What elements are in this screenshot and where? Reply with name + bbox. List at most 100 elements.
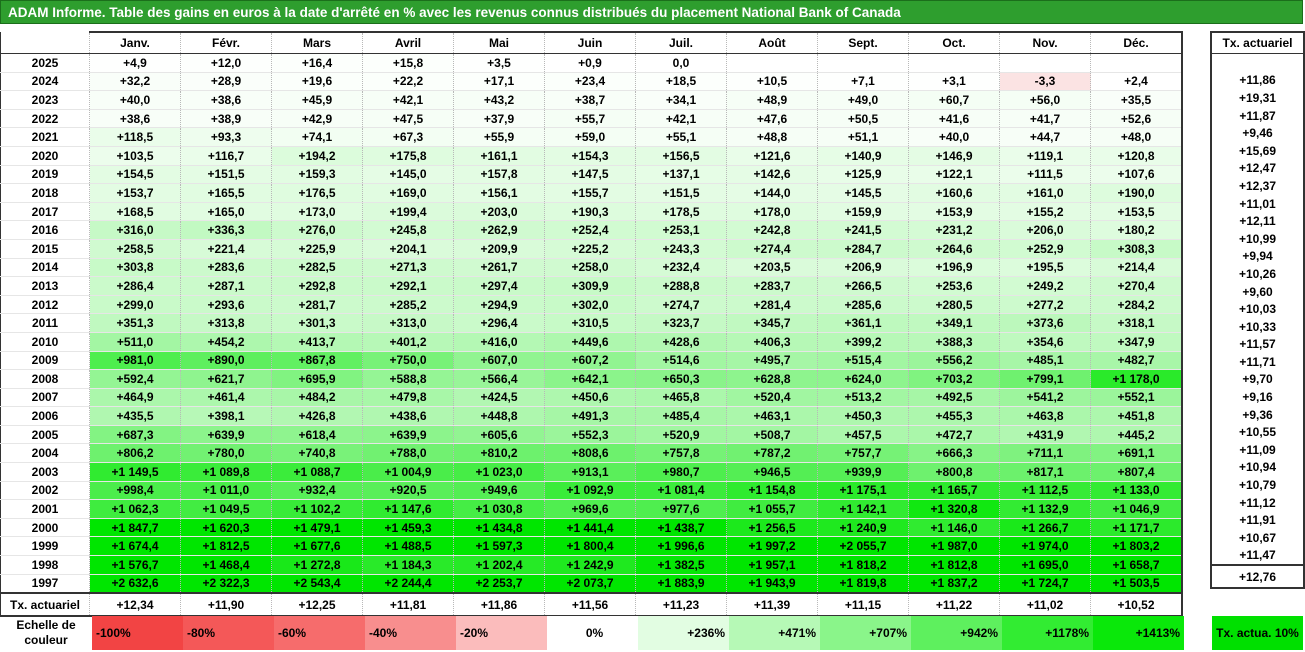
row-rate: +12,47 [1210,159,1305,178]
gain-cell: +1 055,7 [726,499,818,519]
row-rate: +11,01 [1210,194,1305,213]
table-row: 1998 +1 576,7 +1 468,4 +1 272,8 +1 184,3 +1 2… [0,555,1183,575]
gain-cell: +299,0 [89,295,181,315]
row-rate: +11,86 [1210,71,1305,90]
gain-cell: +137,1 [635,165,727,185]
table-row: 2003 +1 149,5 +1 089,8 +1 088,7 +1 004,9 +1 0… [0,462,1183,482]
table-row: 1997 +2 632,6 +2 322,3 +2 543,4 +2 244,4 +2 2… [0,574,1183,594]
year-label: 2016 [0,220,90,240]
gain-cell: +52,6 [1090,109,1183,129]
color-scale-swatch: +707% [820,616,911,650]
table-row: 2011 +351,3 +313,8 +301,3 +313,0 +296,4 +310,5… [0,313,1183,333]
row-rate: +10,55 [1210,423,1305,442]
gain-cell: +455,3 [908,406,1000,426]
gain-cell: +695,9 [271,369,363,389]
gain-cell: +1 818,2 [817,555,909,575]
gain-cell [1090,53,1183,73]
year-label: 2018 [0,183,90,203]
gain-cell: +302,0 [544,295,636,315]
gain-cell: +345,7 [726,313,818,333]
gain-cell: +159,9 [817,202,909,222]
footer-rate-cell: +11,86 [453,592,545,618]
gain-cell: +566,4 [453,369,545,389]
gain-cell: +190,3 [544,202,636,222]
footer-label: Tx. actuariel [0,592,90,618]
gain-cell: +1 320,8 [908,499,1000,519]
gain-cell: +221,4 [180,239,272,259]
gain-cell: +190,0 [1090,183,1183,203]
gain-cell: +276,0 [271,220,363,240]
gain-cell: +1 165,7 [908,481,1000,501]
gain-cell: +946,5 [726,462,818,482]
row-rate: +15,69 [1210,141,1305,160]
gain-cell: +297,4 [453,276,545,296]
gain-cell: +277,2 [999,295,1091,315]
color-scale-value: +236% [687,626,725,640]
gain-cell: +1 004,9 [362,462,454,482]
gain-cell: +232,4 [635,258,727,278]
gain-cell: +800,8 [908,462,1000,482]
gain-cell: +293,6 [180,295,272,315]
color-scale-swatch: -60% [274,616,365,650]
gain-cell: +142,6 [726,165,818,185]
row-rate: +10,26 [1210,265,1305,283]
gain-cell: +242,8 [726,220,818,240]
gain-cell: +121,6 [726,146,818,166]
gain-cell: +43,2 [453,90,545,110]
gain-cell: +1 997,2 [726,536,818,557]
gain-cell: +270,4 [1090,276,1183,296]
gain-cell: +913,1 [544,462,636,482]
gain-cell: +168,5 [89,202,181,222]
year-label: 2010 [0,332,90,352]
gain-cell: +2 253,7 [453,574,545,594]
gain-cell: +349,1 [908,313,1000,333]
row-rate: +9,94 [1210,247,1305,266]
gain-cell: +16,4 [271,53,363,73]
gain-cell: +118,5 [89,127,181,147]
gain-cell: +195,5 [999,258,1091,278]
year-label: 2001 [0,499,90,519]
gain-cell: +2 073,7 [544,574,636,594]
gain-cell: +55,7 [544,109,636,129]
gain-cell: +19,6 [271,72,363,92]
gain-cell: +50,5 [817,109,909,129]
gain-cell: +618,4 [271,425,363,445]
gain-cell: +2 322,3 [180,574,272,594]
gain-cell: +1 382,5 [635,555,727,575]
gain-cell: +1 812,5 [180,536,272,557]
gain-cell: +15,8 [362,53,454,73]
gain-cell: +998,4 [89,481,181,501]
gain-cell: +161,0 [999,183,1091,203]
color-scale-swatch: +1178% [1002,616,1093,650]
corner-cell [0,32,90,54]
gain-cell: +1 011,0 [180,481,272,501]
gain-cell: +285,2 [362,295,454,315]
gain-cell: +282,5 [271,258,363,278]
gain-cell: +1 695,0 [999,555,1091,575]
gain-cell: +1 178,0 [1090,369,1183,389]
gain-cell: +55,1 [635,127,727,147]
gain-cell: +1 242,9 [544,555,636,575]
gain-cell: +38,6 [89,109,181,129]
gain-cell: +1 674,4 [89,536,181,557]
gain-cell: +2 632,6 [89,574,181,594]
gain-cell: +711,1 [999,443,1091,464]
gain-cell: +977,6 [635,499,727,519]
gain-cell: +1 987,0 [908,536,1000,557]
table-row: 2000 +1 847,7 +1 620,3 +1 479,1 +1 459,3 +1 4… [0,518,1183,538]
month-header: Juil. [635,31,727,54]
gain-cell: +107,6 [1090,165,1183,185]
gain-cell: +1 081,4 [635,481,727,501]
gain-cell: +241,5 [817,220,909,240]
gain-cell: +49,0 [817,90,909,110]
gain-cell: +1 837,2 [908,574,1000,594]
gain-cell: +253,1 [635,220,727,240]
color-scale-value: +707% [869,626,907,640]
gain-cell: +413,7 [271,332,363,352]
gain-cell: +7,1 [817,72,909,92]
gain-cell: +161,1 [453,146,545,166]
gain-cell: +283,7 [726,276,818,296]
gain-cell: +354,6 [999,332,1091,352]
gains-table: Janv. Févr. Mars Avril Mai Juin Juil. Août Sept.… [0,31,1183,618]
gain-cell: +284,7 [817,239,909,259]
